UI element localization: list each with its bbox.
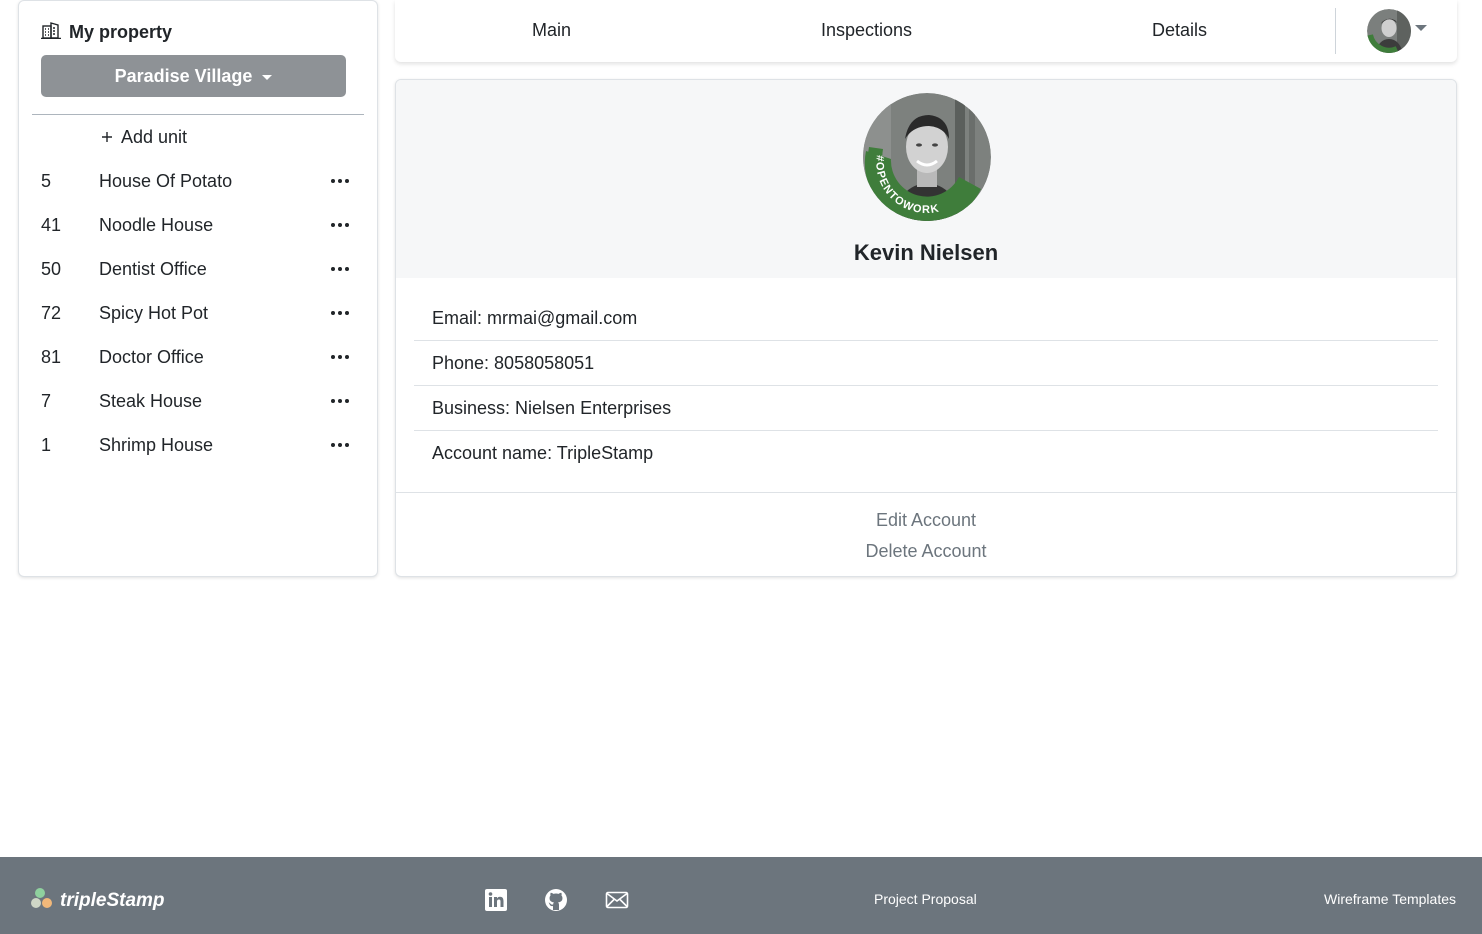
unit-name: Dentist Office bbox=[99, 258, 207, 279]
unit-row[interactable]: 72 Spicy Hot Pot bbox=[19, 291, 377, 335]
more-options-icon[interactable] bbox=[329, 351, 351, 363]
profile-actions: Edit Account Delete Account bbox=[396, 492, 1456, 576]
unit-row[interactable]: 50 Dentist Office bbox=[19, 247, 377, 291]
brand-name: tripleStamp bbox=[60, 889, 165, 911]
unit-number: 81 bbox=[41, 346, 62, 367]
profile-header: #OPENTOWORK Kevin Nielsen bbox=[396, 80, 1456, 278]
unit-name: House Of Potato bbox=[99, 170, 233, 191]
unit-row[interactable]: 7 Steak House bbox=[19, 379, 377, 423]
tab-main[interactable]: Main bbox=[532, 20, 571, 41]
unit-name: Shrimp House bbox=[99, 434, 214, 455]
unit-row[interactable]: 41 Noodle House bbox=[19, 203, 377, 247]
profile-card: #OPENTOWORK Kevin Nielsen Email: mrmai@g… bbox=[395, 79, 1457, 577]
caret-down-icon bbox=[262, 74, 273, 80]
brand-logo[interactable]: tripleStamp bbox=[30, 887, 165, 914]
profile-name: Kevin Nielsen bbox=[853, 240, 999, 265]
property-sidebar: My property Paradise Village Add unit 5 … bbox=[18, 0, 378, 577]
unit-number: 72 bbox=[41, 302, 62, 323]
more-options-icon[interactable] bbox=[329, 175, 351, 187]
account-name-item: Account name: TripleStamp bbox=[432, 443, 654, 463]
unit-number: 41 bbox=[41, 214, 62, 235]
tab-inspections[interactable]: Inspections bbox=[821, 20, 912, 41]
wireframe-templates-link[interactable]: Wireframe Templates bbox=[1324, 891, 1456, 907]
page-footer: tripleStamp Project Proposal Wireframe T… bbox=[0, 857, 1482, 934]
more-options-icon[interactable] bbox=[329, 439, 351, 451]
nav-divider bbox=[1335, 8, 1336, 54]
edit-account-link[interactable]: Edit Account bbox=[396, 510, 1456, 531]
user-avatar[interactable] bbox=[1367, 9, 1411, 53]
building-icon bbox=[41, 21, 61, 44]
sidebar-header: My property bbox=[41, 21, 172, 44]
sidebar-divider bbox=[32, 114, 364, 115]
unit-row[interactable]: 81 Doctor Office bbox=[19, 335, 377, 379]
profile-avatar: #OPENTOWORK bbox=[863, 93, 991, 221]
add-unit-label: Add unit bbox=[121, 127, 188, 147]
more-options-icon[interactable] bbox=[329, 219, 351, 231]
email-item: Email: mrmai@gmail.com bbox=[414, 296, 1438, 341]
github-icon[interactable] bbox=[544, 888, 568, 912]
linkedin-icon[interactable] bbox=[484, 888, 508, 912]
unit-name: Noodle House bbox=[99, 214, 214, 235]
more-options-icon[interactable] bbox=[329, 395, 351, 407]
more-options-icon[interactable] bbox=[329, 307, 351, 319]
more-options-icon[interactable] bbox=[329, 263, 351, 275]
unit-number: 1 bbox=[41, 434, 52, 455]
email-icon[interactable] bbox=[605, 888, 629, 912]
sidebar-title: My property bbox=[69, 22, 173, 42]
triplestamp-logo-icon bbox=[30, 887, 56, 914]
add-unit-button[interactable]: Add unit bbox=[101, 127, 187, 148]
unit-name: Doctor Office bbox=[99, 346, 204, 367]
chevron-down-icon[interactable] bbox=[1415, 25, 1427, 31]
unit-row[interactable]: 1 Shrimp House bbox=[19, 423, 377, 467]
unit-name: Spicy Hot Pot bbox=[99, 302, 209, 323]
unit-number: 50 bbox=[41, 258, 62, 279]
phone-item: Phone: 8058058051 bbox=[414, 341, 1438, 386]
property-dropdown-button[interactable]: Paradise Village bbox=[41, 55, 346, 97]
unit-list: 5 House Of Potato 41 Noodle House 50 Den… bbox=[19, 159, 377, 467]
plus-icon bbox=[101, 127, 113, 148]
unit-number: 5 bbox=[41, 170, 52, 191]
account-details-list: Email: mrmai@gmail.com Phone: 8058058051… bbox=[414, 296, 1438, 476]
project-proposal-link[interactable]: Project Proposal bbox=[874, 891, 977, 907]
unit-row[interactable]: 5 House Of Potato bbox=[19, 159, 377, 203]
unit-name: Steak House bbox=[99, 390, 203, 411]
property-dropdown-label: Paradise Village bbox=[114, 65, 253, 86]
delete-account-link[interactable]: Delete Account bbox=[396, 541, 1456, 562]
unit-number: 7 bbox=[41, 390, 52, 411]
top-navigation: Main Inspections Details bbox=[395, 0, 1457, 62]
business-item: Business: Nielsen Enterprises bbox=[414, 386, 1438, 431]
tab-details[interactable]: Details bbox=[1152, 20, 1207, 41]
